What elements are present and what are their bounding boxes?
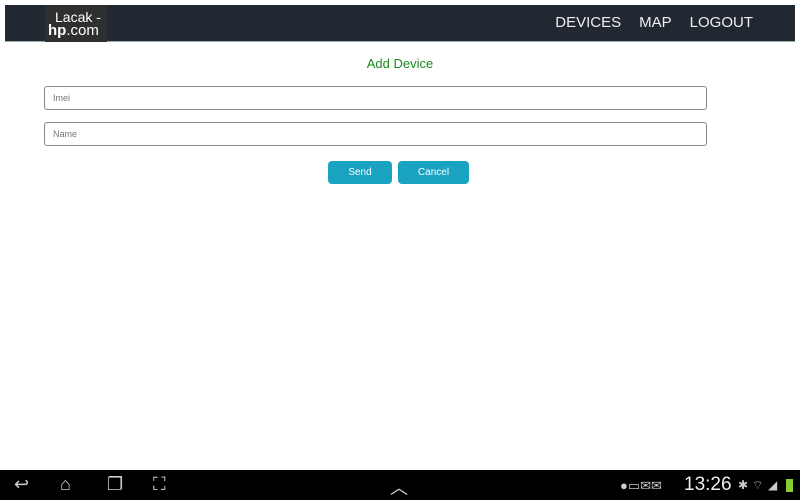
back-icon[interactable]: ↩: [14, 474, 29, 495]
screenshot-icon[interactable]: ⛶: [153, 474, 166, 495]
nav-logout[interactable]: LOGOUT: [690, 14, 753, 31]
cancel-button[interactable]: Cancel: [398, 161, 469, 184]
bluetooth-icon: ✱: [738, 478, 749, 492]
send-button[interactable]: Send: [328, 161, 392, 184]
recent-apps-icon[interactable]: ❐: [107, 474, 123, 495]
nav-map[interactable]: MAP: [639, 14, 672, 31]
logo-bold: hp: [48, 22, 67, 39]
wifi-icon: ⌔: [752, 478, 764, 492]
notification-icons[interactable]: ●▭✉✉: [620, 478, 662, 494]
nav-devices[interactable]: DEVICES: [555, 14, 621, 31]
system-bar: ↩ ⌂ ❐ ⛶ ︿ ●▭✉✉ 13:26 ✱ ⌔ ◢: [0, 470, 800, 500]
logo-line2: hp.com: [45, 22, 107, 39]
signal-icon: ◢: [768, 478, 778, 492]
battery-icon: [786, 479, 793, 492]
page-title: Add Device: [366, 56, 434, 71]
imei-input[interactable]: [44, 86, 707, 110]
name-input[interactable]: [44, 122, 707, 146]
top-navbar: Lacak - hp.com DEVICES MAP LOGOUT: [5, 5, 795, 42]
logo-rest: .com: [66, 22, 99, 39]
clock: 13:26: [684, 474, 732, 495]
up-chevron-icon[interactable]: ︿: [390, 474, 408, 500]
logo[interactable]: Lacak - hp.com: [45, 5, 107, 42]
home-icon[interactable]: ⌂: [60, 474, 71, 495]
